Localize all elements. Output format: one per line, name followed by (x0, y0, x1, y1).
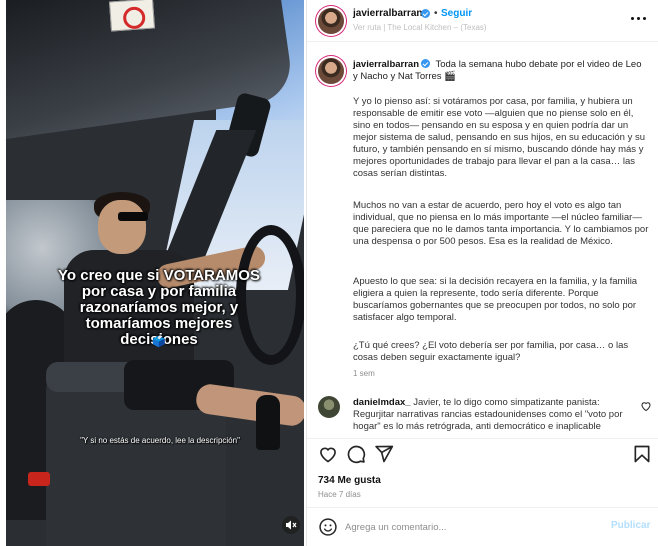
bookmark-icon[interactable] (632, 444, 652, 464)
caption-verified-badge-icon (421, 59, 431, 68)
comment-body: danielmdax_ Javier, te lo digo como simp… (353, 397, 629, 433)
more-options-icon[interactable] (629, 12, 649, 26)
instagram-post-modal: Yo creo que si VOTARAMOS por casa y por … (0, 0, 658, 546)
comment-icon[interactable] (346, 444, 366, 464)
caption-intro: javierralbarran Toda la semana hubo deba… (353, 58, 647, 83)
commenter-username[interactable]: danielmdax_ (353, 397, 411, 408)
post-comment-button[interactable]: Publicar (611, 520, 650, 531)
commenter-avatar[interactable] (318, 396, 340, 418)
hazard-button (28, 472, 50, 486)
verified-badge-icon (421, 9, 430, 18)
video-overlay-subcaption: "Y si no estás de acuerdo, lee la descri… (80, 436, 240, 445)
emoji-smiley-icon[interactable] (318, 517, 338, 537)
post-header (307, 0, 658, 42)
comment-like-heart-icon[interactable] (640, 399, 652, 412)
driver-head (98, 200, 146, 254)
caption-paragraph: Muchos no van a estar de acuerdo, pero h… (353, 200, 649, 247)
post-video[interactable]: Yo creo que si VOTARAMOS por casa y por … (6, 0, 304, 546)
author-username[interactable]: javierralbarran (353, 8, 423, 19)
speaker-muted-icon[interactable] (282, 516, 300, 534)
comment-input[interactable] (345, 517, 595, 537)
author-avatar[interactable] (318, 8, 344, 34)
post-details-panel: javierralbarran • Seguir Ver ruta | The … (306, 0, 658, 546)
caption-timestamp[interactable]: 1 sem (353, 369, 375, 378)
headliner-sticker (109, 0, 155, 32)
caption-paragraph: Apuesto lo que sea: si la decisión recay… (353, 276, 638, 323)
ballot-box-emoji: 🗳️ (152, 336, 166, 348)
caption-paragraph: ¿Tú qué crees? ¿El voto debería ser por … (353, 340, 629, 363)
header-separator: • (434, 8, 438, 19)
follow-button[interactable]: Seguir (441, 8, 472, 19)
caption-paragraph: Y yo lo pienso así: si votáramos por cas… (353, 96, 646, 179)
post-age: Hace 7 días (318, 490, 361, 499)
post-location[interactable]: Ver ruta | The Local Kitchen – (Texas) (353, 23, 593, 32)
like-count[interactable]: 734 Me gusta (318, 475, 381, 486)
send-icon[interactable] (374, 444, 394, 464)
caption-username[interactable]: javierralbarran (353, 59, 419, 70)
driver-sunglasses (118, 212, 148, 221)
heart-icon[interactable] (318, 444, 338, 464)
caption-author-avatar[interactable] (318, 58, 344, 84)
